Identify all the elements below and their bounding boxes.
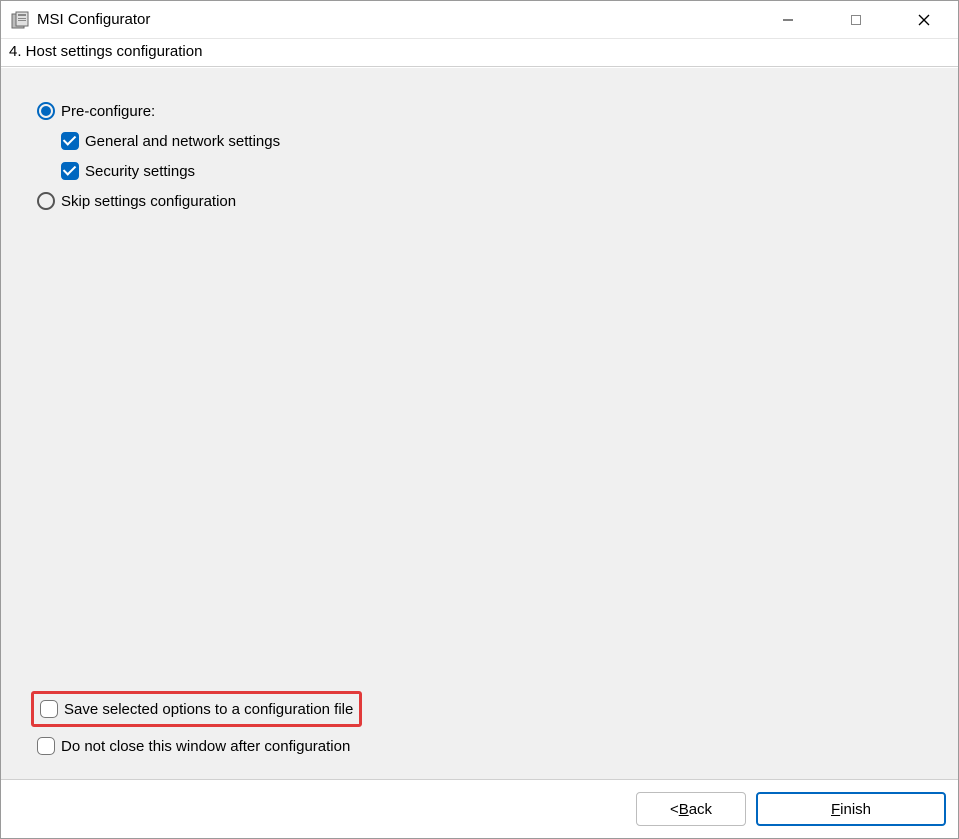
window-controls	[754, 1, 958, 38]
content-area: Pre-configure: General and network setti…	[1, 67, 958, 779]
radio-skip-label: Skip settings configuration	[61, 193, 236, 210]
back-button[interactable]: < Back	[636, 792, 746, 826]
checkbox-save-config-label: Save selected options to a configuration…	[64, 701, 353, 718]
checkbox-general-row[interactable]: General and network settings	[61, 132, 922, 150]
checkbox-security-row[interactable]: Security settings	[61, 162, 922, 180]
step-header: 4. Host settings configuration	[1, 39, 958, 67]
checkbox-general-label: General and network settings	[85, 133, 280, 150]
checkbox-security-label: Security settings	[85, 163, 195, 180]
radio-skip-row[interactable]: Skip settings configuration	[37, 192, 922, 210]
options-group: Pre-configure: General and network setti…	[9, 82, 950, 687]
finish-button[interactable]: Finish	[756, 792, 946, 826]
maximize-button[interactable]	[822, 1, 890, 38]
radio-preconfigure-row[interactable]: Pre-configure:	[37, 102, 922, 120]
finish-button-mnemonic: F	[831, 801, 840, 818]
radio-preconfigure[interactable]	[37, 102, 55, 120]
titlebar: MSI Configurator	[1, 1, 958, 39]
highlight-annotation: Save selected options to a configuration…	[31, 691, 362, 727]
close-button[interactable]	[890, 1, 958, 38]
window-title: MSI Configurator	[37, 11, 754, 28]
checkbox-security[interactable]	[61, 162, 79, 180]
finish-button-rest: inish	[840, 801, 871, 818]
footer: < Back Finish	[1, 779, 958, 838]
checkbox-save-config[interactable]	[40, 700, 58, 718]
back-button-prefix: <	[670, 801, 679, 818]
checkbox-dont-close-row[interactable]: Do not close this window after configura…	[37, 737, 922, 755]
radio-preconfigure-label: Pre-configure:	[61, 103, 155, 120]
checkbox-general[interactable]	[61, 132, 79, 150]
back-button-rest: ack	[689, 801, 712, 818]
back-button-mnemonic: B	[679, 801, 689, 818]
app-icon	[11, 11, 29, 29]
radio-skip[interactable]	[37, 192, 55, 210]
checkbox-dont-close-label: Do not close this window after configura…	[61, 738, 350, 755]
checkbox-dont-close[interactable]	[37, 737, 55, 755]
app-window: MSI Configurator 4. Host settings config…	[0, 0, 959, 839]
bottom-options: Save selected options to a configuration…	[9, 687, 950, 771]
minimize-button[interactable]	[754, 1, 822, 38]
